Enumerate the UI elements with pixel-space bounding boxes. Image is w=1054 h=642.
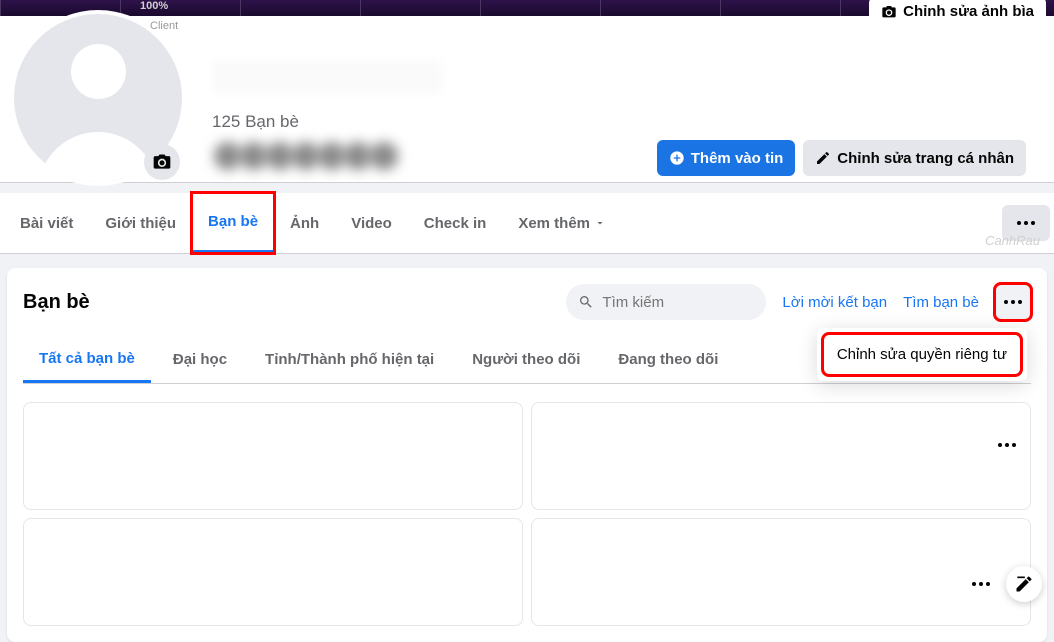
friends-card: Bạn bè Lời mời kết bạn Tìm bạn bè Chỉnh … xyxy=(7,268,1047,642)
dots-horizontal-icon xyxy=(1004,300,1022,304)
sub-tab-following[interactable]: Đang theo dõi xyxy=(602,336,734,383)
cover-percent-label: 100% xyxy=(140,0,168,12)
find-friends-link[interactable]: Tìm bạn bè xyxy=(903,294,979,311)
profile-header: 125 Bạn bè Thêm vào tin Chỉnh sửa trang … xyxy=(0,16,1054,183)
add-to-story-button[interactable]: Thêm vào tin xyxy=(657,140,796,176)
edit-privacy-menu-item[interactable]: Chỉnh sửa quyền riêng tư xyxy=(825,336,1019,373)
profile-tabs: Bài viết Giới thiệu Bạn bè Ảnh Video Che… xyxy=(0,193,1054,254)
tab-checkins[interactable]: Check in xyxy=(408,193,503,253)
plus-circle-icon xyxy=(669,150,685,166)
sub-tab-current-city[interactable]: Tỉnh/Thành phố hiện tại xyxy=(249,336,450,383)
floating-compose-button[interactable] xyxy=(1006,566,1042,602)
search-icon xyxy=(578,294,594,310)
friend-card[interactable] xyxy=(531,518,1031,626)
add-to-story-label: Thêm vào tin xyxy=(691,150,784,167)
tab-about[interactable]: Giới thiệu xyxy=(89,193,192,253)
compose-icon xyxy=(1014,574,1034,594)
friends-card-title: Bạn bè xyxy=(23,291,90,314)
camera-icon xyxy=(881,4,897,20)
sub-tab-all-friends[interactable]: Tất cả bạn bè xyxy=(23,336,151,383)
edit-cover-label: Chỉnh sửa ảnh bìa xyxy=(903,3,1034,20)
friend-card[interactable] xyxy=(23,402,523,510)
profile-name-blurred xyxy=(212,60,442,94)
friend-avatars-strip[interactable] xyxy=(212,140,442,172)
camera-icon xyxy=(152,152,172,172)
friend-card[interactable] xyxy=(531,402,1031,510)
floating-more[interactable] xyxy=(972,582,990,586)
profile-picture-wrap xyxy=(10,10,186,186)
friends-count-label[interactable]: 125 Bạn bè xyxy=(212,112,442,132)
tab-posts[interactable]: Bài viết xyxy=(4,193,89,253)
sub-tab-followers[interactable]: Người theo dõi xyxy=(456,336,596,383)
pencil-icon xyxy=(815,150,831,166)
friends-more-button[interactable] xyxy=(995,284,1031,320)
dots-horizontal-icon xyxy=(998,443,1016,447)
friends-search-input[interactable] xyxy=(602,294,754,311)
floating-actions xyxy=(972,566,1042,602)
friends-search-box[interactable] xyxy=(566,284,766,320)
sub-tab-university[interactable]: Đại học xyxy=(157,336,243,383)
tab-more-label: Xem thêm xyxy=(518,215,590,232)
tab-videos[interactable]: Video xyxy=(335,193,408,253)
friend-requests-link[interactable]: Lời mời kết bạn xyxy=(782,294,887,311)
caret-down-icon xyxy=(594,217,606,229)
tab-friends[interactable]: Bạn bè xyxy=(192,193,274,253)
friend-card-more-button[interactable] xyxy=(998,443,1016,447)
dots-horizontal-icon xyxy=(1017,221,1035,225)
change-avatar-button[interactable] xyxy=(144,144,180,180)
friend-card[interactable] xyxy=(23,518,523,626)
edit-profile-label: Chỉnh sửa trang cá nhân xyxy=(837,150,1014,167)
friends-grid xyxy=(23,402,1031,626)
edit-cover-button[interactable]: Chỉnh sửa ảnh bìa xyxy=(869,0,1046,26)
tab-more[interactable]: Xem thêm xyxy=(502,193,622,253)
friends-more-dropdown: Chỉnh sửa quyền riêng tư xyxy=(817,328,1027,381)
watermark-label: CanhRau xyxy=(985,233,1040,248)
tab-photos[interactable]: Ảnh xyxy=(274,193,335,253)
edit-profile-button[interactable]: Chỉnh sửa trang cá nhân xyxy=(803,140,1026,176)
